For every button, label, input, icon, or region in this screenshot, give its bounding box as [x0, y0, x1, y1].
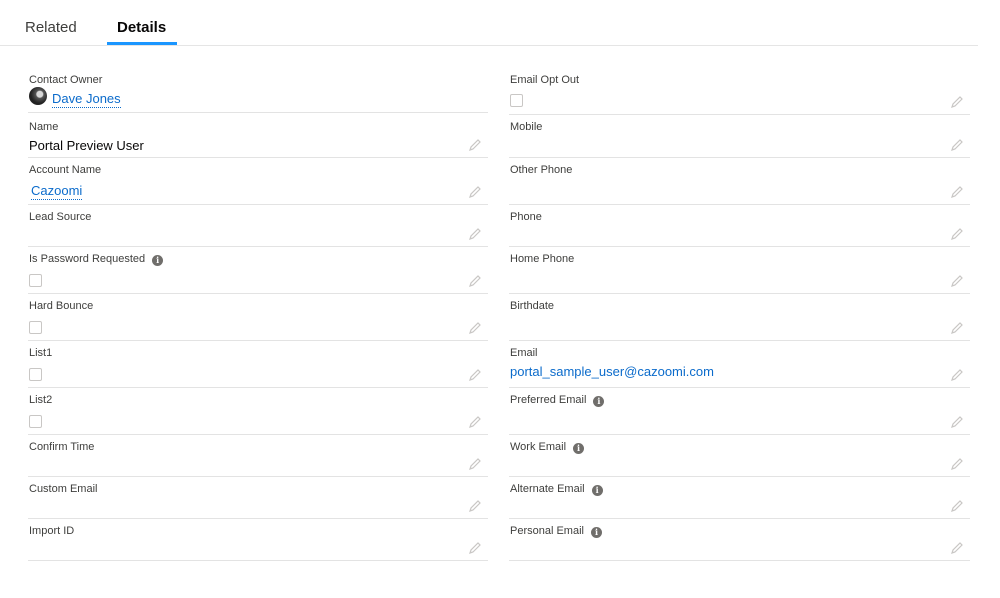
- pencil-icon[interactable]: [469, 228, 481, 240]
- field-contact-owner: Contact Owner Dave Jones: [28, 68, 488, 113]
- field-import-id: Import ID: [28, 519, 488, 561]
- field-label: Contact Owner: [29, 74, 103, 86]
- field-hard-bounce: Hard Bounce: [28, 294, 488, 341]
- pencil-icon[interactable]: [469, 369, 481, 381]
- field-is-password-requested: Is Password Requested i: [28, 247, 488, 294]
- pencil-icon[interactable]: [951, 458, 963, 470]
- field-custom-email: Custom Email: [28, 477, 488, 519]
- field-label-text: Work Email: [510, 441, 567, 453]
- info-icon[interactable]: i: [152, 255, 164, 266]
- field-label: Home Phone: [510, 253, 575, 265]
- field-email: Email portal_sample_user@cazoomi.com: [509, 341, 970, 388]
- field-confirm-time: Confirm Time: [28, 435, 488, 477]
- pencil-icon[interactable]: [951, 139, 963, 151]
- field-label: Lead Source: [29, 211, 92, 223]
- field-label: Preferred Email i: [510, 393, 605, 407]
- field-label: Phone: [510, 211, 542, 223]
- email-opt-out-checkbox: [510, 94, 523, 107]
- field-label: Other Phone: [510, 164, 573, 176]
- field-list2: List2: [28, 388, 488, 435]
- pencil-icon[interactable]: [951, 96, 963, 108]
- field-label: Work Email i: [510, 440, 585, 454]
- field-label: List1: [29, 347, 53, 359]
- field-alternate-email: Alternate Email i: [509, 477, 970, 519]
- field-label: Is Password Requested i: [29, 252, 164, 266]
- field-label-text: Personal Email: [510, 525, 584, 537]
- field-label: Name: [29, 121, 59, 133]
- info-icon[interactable]: i: [593, 396, 605, 407]
- field-home-phone: Home Phone: [509, 247, 970, 294]
- field-label: Hard Bounce: [29, 300, 94, 312]
- active-tab-indicator: [107, 42, 177, 45]
- field-birthdate: Birthdate: [509, 294, 970, 341]
- pencil-icon[interactable]: [951, 500, 963, 512]
- tab-related[interactable]: Related: [25, 18, 77, 38]
- field-email-opt-out: Email Opt Out: [509, 68, 970, 115]
- pencil-icon[interactable]: [951, 542, 963, 554]
- field-label-text: Is Password Requested: [29, 253, 146, 265]
- pencil-icon[interactable]: [469, 542, 481, 554]
- field-label-text: Preferred Email: [510, 394, 587, 406]
- field-list1: List1: [28, 341, 488, 388]
- field-label: Birthdate: [510, 300, 555, 312]
- field-label: Email Opt Out: [510, 74, 580, 86]
- hard-bounce-checkbox: [29, 321, 42, 334]
- user-avatar: [29, 87, 47, 105]
- info-icon[interactable]: i: [590, 527, 602, 538]
- pencil-icon[interactable]: [469, 416, 481, 428]
- field-label: Email: [510, 347, 538, 359]
- field-label: Personal Email i: [510, 524, 602, 538]
- pencil-icon[interactable]: [469, 458, 481, 470]
- pencil-icon[interactable]: [469, 275, 481, 287]
- tab-bar: Related Details: [0, 0, 978, 46]
- pencil-icon[interactable]: [469, 186, 481, 198]
- list2-checkbox: [29, 415, 42, 428]
- field-label-text: Alternate Email: [510, 483, 585, 495]
- pencil-icon[interactable]: [951, 186, 963, 198]
- list1-checkbox: [29, 368, 42, 381]
- pencil-icon[interactable]: [951, 416, 963, 428]
- pencil-icon[interactable]: [951, 275, 963, 287]
- pencil-icon[interactable]: [951, 322, 963, 334]
- tab-details[interactable]: Details: [117, 18, 166, 38]
- field-lead-source: Lead Source: [28, 205, 488, 247]
- name-value: Portal Preview User: [29, 138, 144, 153]
- info-icon[interactable]: i: [573, 443, 585, 454]
- field-label: Mobile: [510, 121, 543, 133]
- field-preferred-email: Preferred Email i: [509, 388, 970, 435]
- pencil-icon[interactable]: [469, 139, 481, 151]
- is-password-requested-checkbox: [29, 274, 42, 287]
- field-label: Account Name: [29, 164, 102, 176]
- field-label: Import ID: [29, 525, 75, 537]
- field-label: Alternate Email i: [510, 482, 603, 496]
- field-label: List2: [29, 394, 53, 406]
- field-account-name: Account Name Cazoomi: [28, 158, 488, 205]
- pencil-icon[interactable]: [951, 369, 963, 381]
- field-other-phone: Other Phone: [509, 158, 970, 205]
- field-personal-email: Personal Email i: [509, 519, 970, 561]
- pencil-icon[interactable]: [469, 500, 481, 512]
- field-label: Confirm Time: [29, 441, 95, 453]
- contact-owner-link[interactable]: Dave Jones: [52, 90, 121, 108]
- pencil-icon[interactable]: [469, 322, 481, 334]
- field-label: Custom Email: [29, 483, 98, 495]
- email-link[interactable]: portal_sample_user@cazoomi.com: [510, 363, 714, 380]
- pencil-icon[interactable]: [951, 228, 963, 240]
- info-icon[interactable]: i: [591, 485, 603, 496]
- field-mobile: Mobile: [509, 115, 970, 158]
- field-name: Name Portal Preview User: [28, 115, 488, 158]
- field-work-email: Work Email i: [509, 435, 970, 477]
- field-phone: Phone: [509, 205, 970, 247]
- account-name-link[interactable]: Cazoomi: [31, 182, 83, 200]
